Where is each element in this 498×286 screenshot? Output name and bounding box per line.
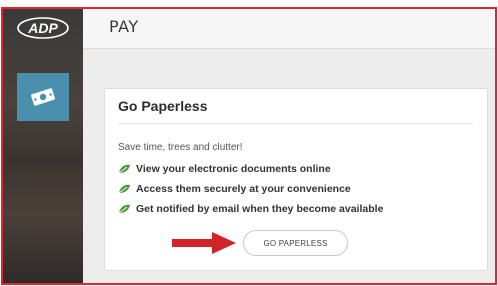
benefit-item: Get notified by email when they become a… xyxy=(118,199,383,219)
benefit-text: Access them securely at your convenience xyxy=(136,183,351,195)
adp-logo-icon: ADP xyxy=(17,17,69,39)
card-divider xyxy=(118,123,473,124)
go-paperless-button[interactable]: GO PAPERLESS xyxy=(243,230,348,256)
leaf-icon xyxy=(118,184,130,194)
svg-text:ADP: ADP xyxy=(27,20,58,36)
red-arrow-icon xyxy=(172,232,236,254)
leaf-icon xyxy=(118,204,130,214)
benefit-item: View your electronic documents online xyxy=(118,159,383,179)
page-title: PAY xyxy=(109,17,139,36)
money-icon xyxy=(31,88,55,106)
top-bar: PAY xyxy=(83,9,495,49)
benefit-item: Access them securely at your convenience xyxy=(118,179,383,199)
card-intro: Save time, trees and clutter! xyxy=(118,142,243,153)
benefit-text: View your electronic documents online xyxy=(136,163,331,175)
benefit-text: Get notified by email when they become a… xyxy=(136,203,384,215)
adp-logo[interactable]: ADP xyxy=(13,13,73,43)
sidebar: ADP xyxy=(3,9,83,283)
leaf-icon xyxy=(118,164,130,174)
sidebar-item-pay[interactable] xyxy=(17,73,69,121)
card-title: Go Paperless xyxy=(118,98,208,114)
benefit-list: View your electronic documents online Ac… xyxy=(118,159,383,219)
